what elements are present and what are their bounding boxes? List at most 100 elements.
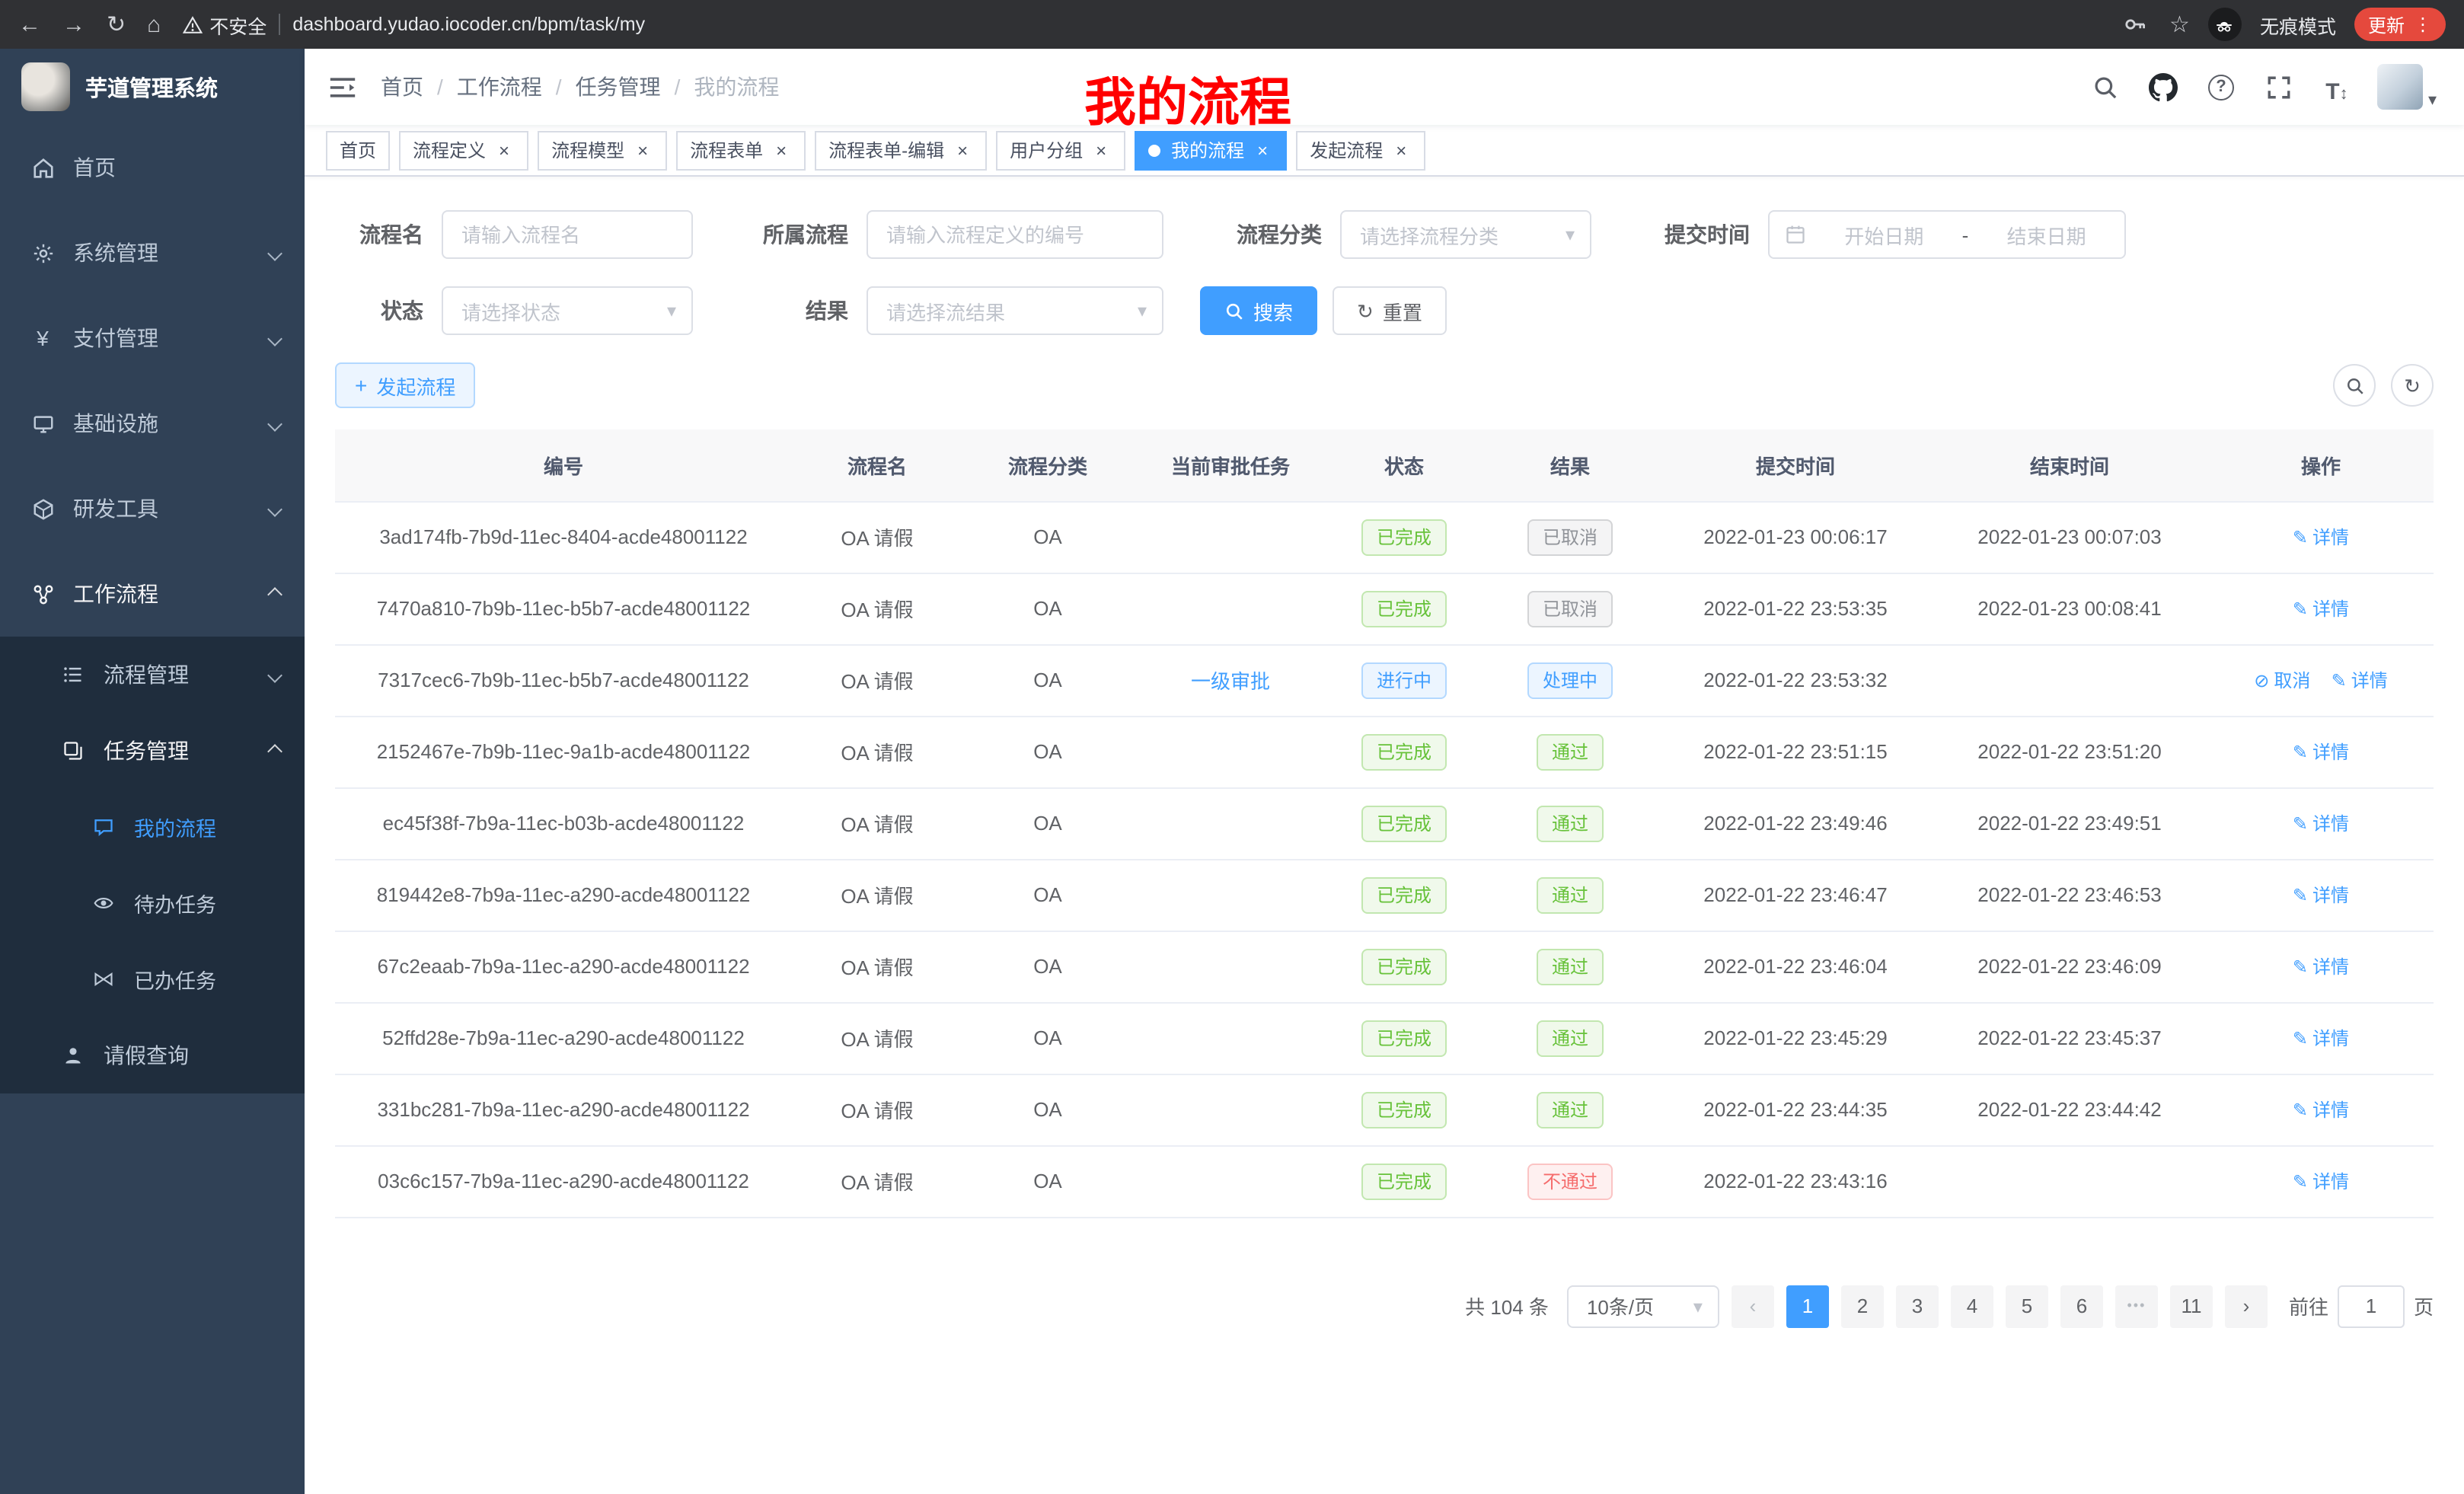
warning-icon bbox=[182, 14, 202, 34]
detail-link[interactable]: 详情 bbox=[2293, 739, 2349, 765]
page-button-5[interactable]: 5 bbox=[2006, 1285, 2048, 1327]
detail-link[interactable]: 详情 bbox=[2293, 810, 2349, 836]
tag-tab-user-group[interactable]: 用户分组 bbox=[996, 130, 1125, 170]
sidebar-item-home[interactable]: 首页 bbox=[0, 125, 305, 210]
user-menu[interactable] bbox=[2378, 64, 2437, 110]
close-icon[interactable] bbox=[1390, 139, 1412, 161]
submit-time-range-picker[interactable]: 开始日期 - 结束日期 bbox=[1768, 210, 2126, 259]
tag-tab-start-process[interactable]: 发起流程 bbox=[1296, 130, 1425, 170]
detail-link[interactable]: 详情 bbox=[2293, 1097, 2349, 1122]
result-badge: 处理中 bbox=[1527, 662, 1613, 698]
current-task-link[interactable]: 一级审批 bbox=[1191, 666, 1270, 694]
detail-link[interactable]: 详情 bbox=[2293, 1168, 2349, 1194]
browser-menu-icon[interactable] bbox=[2414, 15, 2432, 34]
cancel-link[interactable]: 取消 bbox=[2254, 667, 2310, 693]
page-button-3[interactable]: 3 bbox=[1896, 1285, 1939, 1327]
sidebar-item-system[interactable]: 系统管理 bbox=[0, 210, 305, 295]
page-button-6[interactable]: 6 bbox=[2060, 1285, 2103, 1327]
table-row: 03c6c157-7b9a-11ec-a290-acde48001122 OA … bbox=[335, 1145, 2434, 1217]
breadcrumb-workflow[interactable]: 工作流程 bbox=[457, 72, 542, 102]
detail-link[interactable]: 详情 bbox=[2293, 524, 2349, 550]
browser-forward-icon[interactable] bbox=[62, 13, 85, 36]
close-icon[interactable] bbox=[632, 139, 653, 161]
sidebar-item-my-process[interactable]: 我的流程 bbox=[0, 789, 305, 865]
close-icon[interactable] bbox=[1090, 139, 1112, 161]
close-icon[interactable] bbox=[1252, 139, 1273, 161]
toolbox-icon bbox=[30, 496, 55, 521]
detail-link[interactable]: 详情 bbox=[2293, 595, 2349, 621]
github-icon[interactable] bbox=[2146, 70, 2180, 104]
bookmark-star-icon[interactable] bbox=[2169, 13, 2190, 36]
table-row: 331bc281-7b9a-11ec-a290-acde48001122 OA … bbox=[335, 1074, 2434, 1145]
table-row: 3ad174fb-7b9d-11ec-8404-acde48001122 OA … bbox=[335, 501, 2434, 573]
monitor-icon bbox=[30, 411, 55, 436]
table-row: 819442e8-7b9a-11ec-a290-acde48001122 OA … bbox=[335, 859, 2434, 931]
table-row: ec45f38f-7b9a-11ec-b03b-acde48001122 OA … bbox=[335, 787, 2434, 859]
sidebar-item-todo-tasks[interactable]: 待办任务 bbox=[0, 865, 305, 941]
process-name-input[interactable] bbox=[442, 210, 693, 259]
col-current-task: 当前审批任务 bbox=[1133, 429, 1328, 501]
sidebar-item-workflow[interactable]: 工作流程 bbox=[0, 551, 305, 637]
help-icon[interactable] bbox=[2204, 70, 2238, 104]
page-button-2[interactable]: 2 bbox=[1841, 1285, 1884, 1327]
detail-link[interactable]: 详情 bbox=[2293, 882, 2349, 908]
close-icon[interactable] bbox=[493, 139, 515, 161]
security-warning[interactable]: 不安全 bbox=[182, 10, 267, 39]
category-label: 流程分类 bbox=[1200, 219, 1322, 250]
result-select[interactable]: 请选择流结果 bbox=[867, 286, 1163, 335]
breadcrumb-home[interactable]: 首页 bbox=[381, 72, 423, 102]
top-navbar: 首页 / 工作流程 / 任务管理 / 我的流程 bbox=[305, 49, 2464, 125]
tag-tab-my-process[interactable]: 我的流程 bbox=[1135, 130, 1287, 170]
breadcrumb-task-management[interactable]: 任务管理 bbox=[576, 72, 661, 102]
detail-link[interactable]: 详情 bbox=[2332, 667, 2388, 693]
result-badge: 通过 bbox=[1537, 1020, 1604, 1056]
reset-button[interactable]: 重置 bbox=[1333, 286, 1447, 335]
search-button[interactable]: 搜索 bbox=[1200, 286, 1317, 335]
refresh-table-icon[interactable] bbox=[2391, 364, 2434, 407]
sidebar-item-infrastructure[interactable]: 基础设施 bbox=[0, 381, 305, 466]
owner-process-input[interactable] bbox=[867, 210, 1163, 259]
table-row: 52ffd28e-7b9a-11ec-a290-acde48001122 OA … bbox=[335, 1002, 2434, 1074]
address-bar[interactable]: 不安全 dashboard.yudao.iocoder.cn/bpm/task/… bbox=[182, 10, 2096, 39]
tag-tab-process-definition[interactable]: 流程定义 bbox=[399, 130, 528, 170]
font-size-icon[interactable] bbox=[2320, 70, 2354, 104]
sidebar-toggle-icon[interactable] bbox=[305, 49, 381, 125]
detail-link[interactable]: 详情 bbox=[2293, 1025, 2349, 1051]
detail-link[interactable]: 详情 bbox=[2293, 953, 2349, 979]
search-icon[interactable] bbox=[2089, 70, 2122, 104]
edit-icon bbox=[2293, 1100, 2308, 1119]
breadcrumb-separator: / bbox=[437, 75, 443, 99]
start-process-button[interactable]: 发起流程 bbox=[335, 362, 475, 408]
jump-page-input[interactable] bbox=[2338, 1285, 2405, 1327]
result-badge: 已取消 bbox=[1527, 590, 1613, 627]
tag-tab-home[interactable]: 首页 bbox=[326, 130, 390, 170]
page-button-11[interactable]: 11 bbox=[2170, 1285, 2213, 1327]
tag-tab-process-form[interactable]: 流程表单 bbox=[676, 130, 806, 170]
page-button-4[interactable]: 4 bbox=[1951, 1285, 1993, 1327]
fullscreen-icon[interactable] bbox=[2262, 70, 2296, 104]
password-key-icon[interactable] bbox=[2118, 8, 2151, 41]
sidebar-item-done-tasks[interactable]: 已办任务 bbox=[0, 941, 305, 1017]
browser-home-icon[interactable] bbox=[147, 13, 161, 36]
browser-update-button[interactable]: 更新 bbox=[2354, 8, 2446, 41]
next-page-button[interactable] bbox=[2225, 1285, 2268, 1327]
toggle-search-icon[interactable] bbox=[2333, 364, 2376, 407]
sidebar-item-leave-query[interactable]: 请假查询 bbox=[0, 1017, 305, 1093]
close-icon[interactable] bbox=[952, 139, 973, 161]
sidebar-item-task-management[interactable]: 任务管理 bbox=[0, 713, 305, 789]
browser-back-icon[interactable] bbox=[18, 13, 41, 36]
avatar[interactable] bbox=[2378, 64, 2424, 110]
tag-tab-process-form-edit[interactable]: 流程表单-编辑 bbox=[815, 130, 987, 170]
tag-tab-process-model[interactable]: 流程模型 bbox=[538, 130, 667, 170]
status-select[interactable]: 请选择状态 bbox=[442, 286, 693, 335]
page-button-1[interactable]: 1 bbox=[1786, 1285, 1829, 1327]
sidebar-item-process-management[interactable]: 流程管理 bbox=[0, 637, 305, 713]
more-pages-button[interactable] bbox=[2115, 1285, 2158, 1327]
sidebar-item-devtools[interactable]: 研发工具 bbox=[0, 466, 305, 551]
sidebar-item-payment[interactable]: 支付管理 bbox=[0, 295, 305, 381]
browser-reload-icon[interactable] bbox=[107, 13, 126, 36]
page-size-select[interactable]: 10条/页 bbox=[1567, 1285, 1719, 1327]
close-icon[interactable] bbox=[771, 139, 792, 161]
category-select[interactable]: 请选择流程分类 bbox=[1340, 210, 1591, 259]
prev-page-button[interactable] bbox=[1732, 1285, 1774, 1327]
